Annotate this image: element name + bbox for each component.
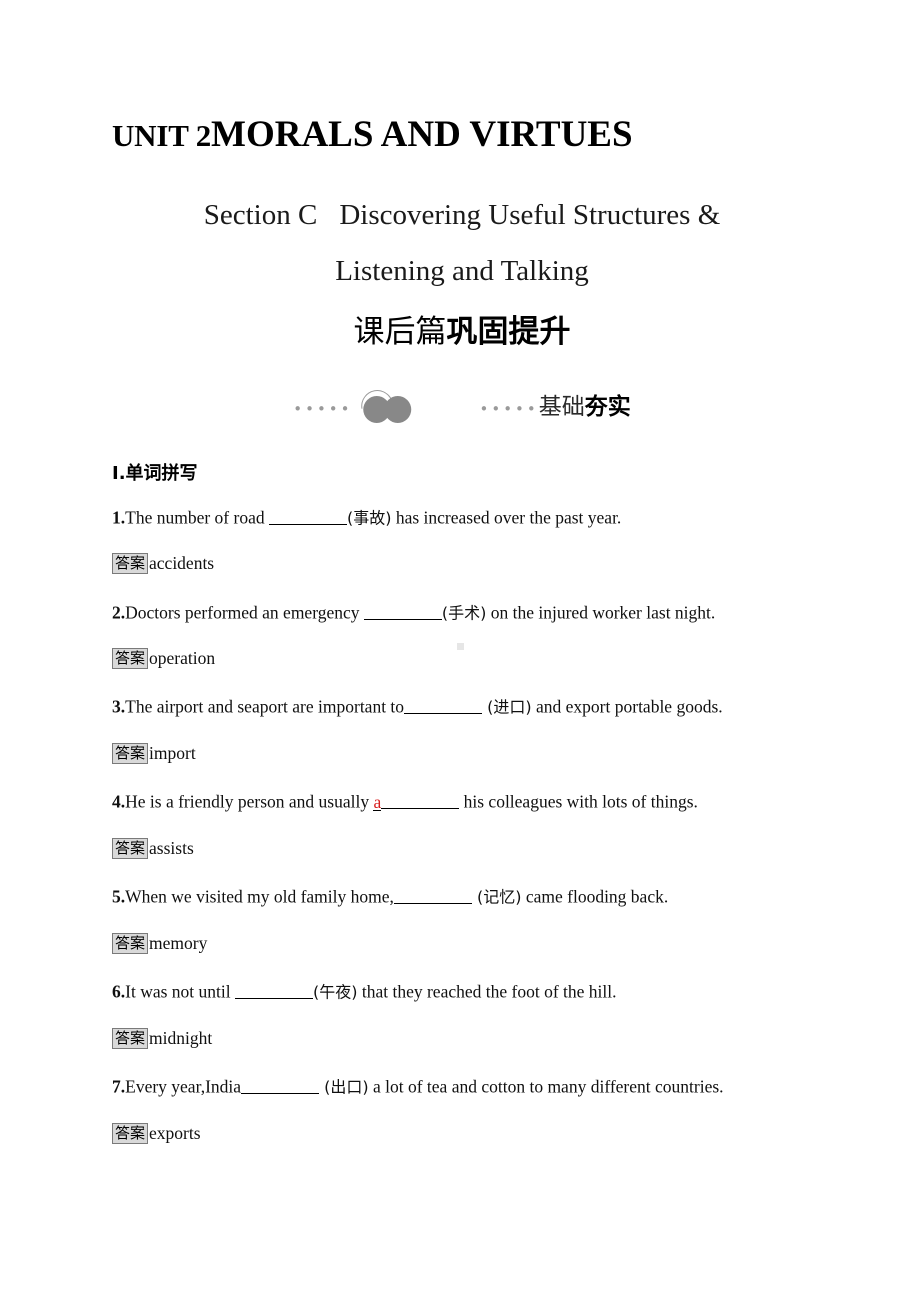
section-subtitle: Section C Discovering Useful Structures &… (112, 188, 812, 299)
question-text-before: Every year,India (125, 1076, 242, 1097)
double-circle-icon (355, 383, 418, 429)
answer-text: accidents (149, 553, 215, 573)
question-text-before: It was not until (125, 981, 235, 1002)
dots-left-icon: ••••• (293, 399, 353, 418)
answer-item: 答案 exports (112, 1123, 852, 1145)
question-text-before: He is a friendly person and usually (125, 791, 374, 812)
decoration-label-light: 基础 (538, 394, 585, 419)
question-number: 3. (112, 696, 126, 717)
question-item: 7.Every year,India (出口) a lot of tea and… (112, 1076, 852, 1099)
question-number: 5. (112, 886, 126, 907)
question-hint: (出口) (319, 1077, 369, 1097)
answer-blank[interactable] (268, 507, 347, 525)
question-text-before: The number of road (125, 507, 269, 528)
question-text-after: that they reached the foot of the hill. (357, 981, 617, 1002)
section-subtitle-topic: Discovering Useful Structures & (339, 199, 721, 231)
question-number: 4. (112, 791, 126, 812)
question-number: 1. (112, 507, 126, 528)
answer-item: 答案 accidents (112, 553, 852, 575)
chinese-banner-heading: 课后篇巩固提升 (112, 315, 812, 349)
question-text-after: came flooding back. (521, 886, 669, 907)
question-item: 5.When we visited my old family home, (记… (112, 886, 852, 909)
answer-text: import (149, 743, 196, 763)
answer-badge: 答案 (112, 553, 149, 574)
dots-right-icon: ••••• (479, 399, 539, 418)
question-text-after: has increased over the past year. (391, 507, 622, 528)
question-text-after: on the injured worker last night. (486, 602, 716, 623)
scan-artifact (457, 643, 464, 650)
answer-blank[interactable] (363, 602, 442, 620)
unit-title-prefix: UNIT 2 (112, 118, 212, 153)
answer-item: 答案 import (112, 743, 852, 765)
question-item: 3.The airport and seaport are important … (112, 696, 852, 719)
answer-item: 答案 assists (112, 838, 852, 860)
answer-blank[interactable] (404, 696, 483, 714)
answer-text: operation (149, 648, 216, 668)
unit-title: UNIT 2MORALS AND VIRTUES (112, 116, 812, 153)
answer-blank[interactable] (393, 886, 472, 904)
prefilled-letter: a (373, 791, 382, 812)
section-heading-word-spelling: Ⅰ.单词拼写 (112, 463, 198, 484)
answer-text: assists (149, 838, 194, 858)
section-subtitle-label: Section C (203, 199, 318, 231)
question-hint: (记忆) (471, 887, 522, 907)
worksheet-page: UNIT 2MORALS AND VIRTUES Section C Discov… (0, 0, 920, 1302)
question-item: 2.Doctors performed an emergency (手术) on… (112, 602, 852, 625)
circle-right-icon (384, 396, 412, 423)
question-text-before: The airport and seaport are important to (125, 696, 405, 717)
question-hint: (进口) (482, 697, 532, 717)
answer-blank[interactable] (381, 791, 460, 809)
question-text-after: and export portable goods. (531, 696, 723, 717)
answer-badge: 答案 (112, 838, 149, 859)
question-number: 2. (112, 602, 126, 623)
question-text-after: a lot of tea and cotton to many differen… (368, 1076, 724, 1097)
question-text-after: his colleagues with lots of things. (459, 791, 698, 812)
answer-item: 答案 memory (112, 933, 852, 955)
question-hint: (手术) (441, 603, 487, 623)
answer-text: midnight (149, 1028, 213, 1048)
banner-heavy-text: 巩固提升 (446, 314, 571, 350)
answer-badge: 答案 (112, 1123, 149, 1144)
question-item: 4.He is a friendly person and usually a … (112, 791, 852, 814)
answer-item: 答案 midnight (112, 1028, 852, 1050)
answer-text: exports (149, 1123, 201, 1143)
decorative-divider: ••••• ••••• 基础夯实 (112, 383, 812, 429)
unit-title-main: MORALS AND VIRTUES (211, 114, 633, 155)
answer-badge: 答案 (112, 648, 149, 669)
decoration-label: 基础夯实 (539, 395, 631, 419)
question-text-before: When we visited my old family home, (125, 886, 394, 907)
decoration-label-heavy: 夯实 (584, 394, 631, 420)
answer-blank[interactable] (241, 1076, 320, 1094)
question-number: 7. (112, 1076, 126, 1097)
answer-text: memory (149, 933, 208, 953)
question-text-before: Doctors performed an emergency (125, 602, 364, 623)
answer-blank[interactable] (234, 981, 313, 999)
answer-badge: 答案 (112, 933, 149, 954)
section-subtitle-topic2: Listening and Talking (335, 254, 589, 287)
answer-badge: 答案 (112, 1028, 149, 1049)
question-number: 6. (112, 981, 126, 1002)
question-hint: (午夜) (312, 982, 358, 1002)
question-item: 1.The number of road (事故) has increased … (112, 507, 852, 530)
answer-badge: 答案 (112, 743, 149, 764)
question-hint: (事故) (346, 508, 392, 528)
question-item: 6.It was not until (午夜) that they reache… (112, 981, 852, 1004)
banner-light-text: 课后篇 (353, 314, 447, 350)
answer-item: 答案 operation (112, 648, 852, 670)
